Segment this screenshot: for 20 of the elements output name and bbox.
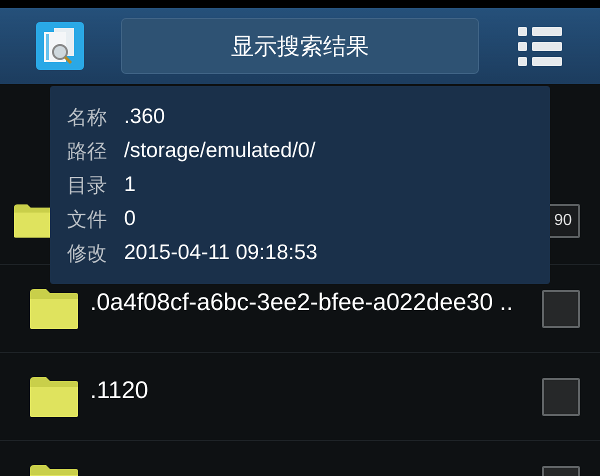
- document-search-icon[interactable]: [36, 22, 84, 70]
- folder-name: .1120: [90, 376, 150, 406]
- field-label: 路径: [67, 138, 108, 164]
- title-button[interactable]: 显示搜索结果: [121, 18, 479, 74]
- folder-row[interactable]: .1120: [0, 353, 600, 441]
- field-label: 名称: [67, 104, 108, 130]
- checkbox[interactable]: [542, 378, 580, 416]
- folder-icon: [30, 288, 78, 328]
- field-value: 1: [124, 173, 136, 197]
- field-value: .360: [124, 105, 165, 129]
- field-label: 文件: [67, 206, 108, 232]
- field-label: 修改: [67, 240, 108, 266]
- field-value: 2015-04-11 09:18:53: [124, 241, 318, 265]
- folder-name: .0a4f08cf-a6bc-3ee2-bfee-a022dee30 ..: [90, 288, 514, 318]
- field-value: /storage/emulated/0/: [124, 139, 316, 163]
- field-value: 0: [124, 207, 136, 231]
- field-label: 目录: [67, 172, 108, 198]
- checkbox[interactable]: [542, 290, 580, 328]
- folder-icon: [30, 376, 78, 416]
- list-menu-icon[interactable]: [518, 26, 562, 66]
